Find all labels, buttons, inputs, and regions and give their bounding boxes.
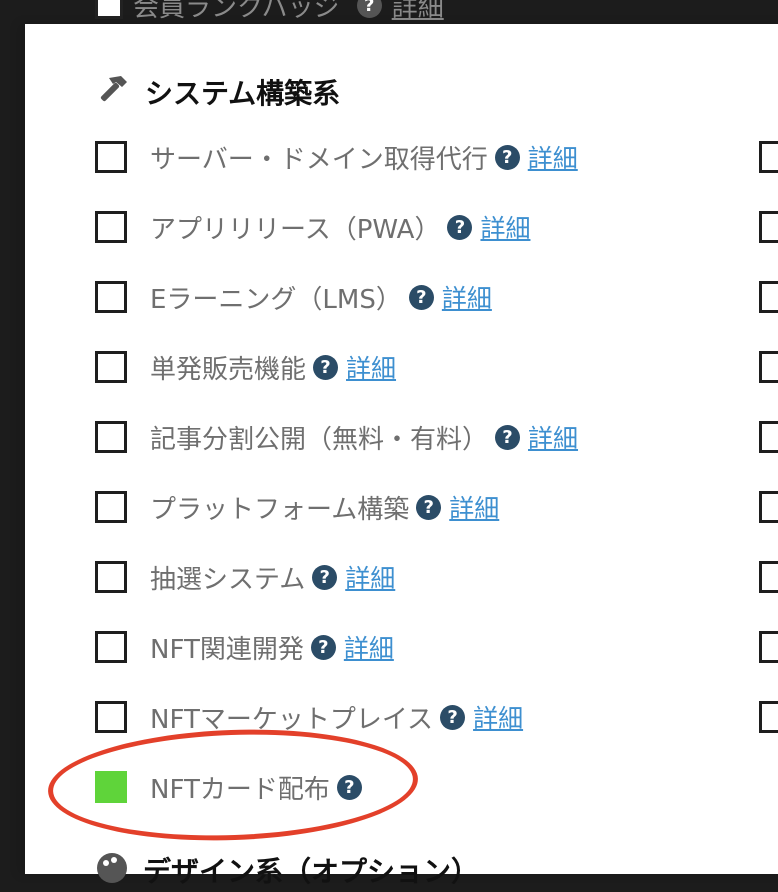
top-item-label: 会員ランクバッジ — [133, 0, 340, 23]
option-checkbox[interactable] — [95, 281, 127, 313]
help-icon[interactable]: ? — [408, 284, 434, 310]
option-checkbox[interactable] — [95, 421, 127, 453]
list-item: アプリリリース（PWA） ? 詳細 — [95, 207, 530, 247]
option-label: アプリリリース（PWA） — [150, 214, 441, 245]
help-icon[interactable]: ? — [494, 144, 520, 170]
help-icon[interactable]: ? — [440, 704, 466, 730]
option-checkbox[interactable] — [95, 701, 127, 733]
help-icon[interactable]: ? — [310, 634, 336, 660]
option-label: サーバー・ドメイン取得代行 — [150, 144, 488, 175]
option-label: NFT関連開発 — [150, 634, 304, 665]
help-icon[interactable]: ? — [495, 424, 521, 450]
right-column-checkbox[interactable] — [759, 421, 778, 453]
option-label: 記事分割公開（無料・有料） — [150, 424, 489, 455]
option-label: 単発販売機能 — [150, 354, 307, 385]
section-title: システム構築系 — [145, 77, 341, 110]
detail-link[interactable]: 詳細 — [345, 559, 395, 595]
top-item-row: 会員ランクバッジ ? 詳細 — [95, 0, 444, 24]
option-checkbox[interactable] — [95, 211, 127, 243]
help-icon[interactable]: ? — [416, 494, 442, 520]
detail-link[interactable]: 詳細 — [480, 209, 530, 245]
top-item-checkbox[interactable] — [95, 0, 123, 19]
detail-link[interactable]: 詳細 — [528, 139, 578, 175]
list-item: プラットフォーム構築 ? 詳細 — [95, 487, 499, 527]
help-icon[interactable]: ? — [356, 0, 382, 18]
list-item: NFT関連開発 ? 詳細 — [95, 627, 394, 667]
detail-link[interactable]: 詳細 — [346, 349, 396, 385]
next-section-title: デザイン系（オプション） — [143, 855, 480, 888]
option-checkbox[interactable] — [95, 491, 127, 523]
right-column-checkbox[interactable] — [759, 281, 778, 313]
option-checkbox[interactable] — [95, 141, 127, 173]
option-label: Eラーニング（LMS） — [150, 284, 402, 315]
list-item: NFTマーケットプレイス ? 詳細 — [95, 697, 523, 737]
option-checkbox[interactable] — [95, 561, 127, 593]
list-item: 抽選システム ? 詳細 — [95, 557, 395, 597]
section-header: システム構築系 — [95, 70, 340, 114]
right-column-checkbox[interactable] — [759, 701, 778, 733]
detail-link[interactable]: 詳細 — [344, 629, 394, 665]
hammer-icon — [95, 72, 131, 112]
detail-link[interactable]: 詳細 — [442, 279, 492, 315]
right-column-checkbox[interactable] — [759, 351, 778, 383]
right-column-checkbox[interactable] — [759, 141, 778, 173]
right-column-checkbox[interactable] — [759, 631, 778, 663]
list-item: Eラーニング（LMS） ? 詳細 — [95, 277, 492, 317]
right-column-checkbox[interactable] — [759, 491, 778, 523]
top-item-detail-link[interactable]: 詳細 — [392, 0, 444, 24]
help-icon[interactable]: ? — [313, 354, 339, 380]
list-item: サーバー・ドメイン取得代行 ? 詳細 — [95, 137, 578, 177]
next-section-header: デザイン系（オプション） — [95, 848, 479, 892]
list-item: 記事分割公開（無料・有料） ? 詳細 — [95, 417, 578, 457]
detail-link[interactable]: 詳細 — [449, 489, 499, 525]
option-label: プラットフォーム構築 — [150, 494, 410, 525]
right-column-checkbox[interactable] — [759, 211, 778, 243]
option-label: 抽選システム — [150, 564, 306, 595]
detail-link[interactable]: 詳細 — [528, 419, 578, 455]
detail-link[interactable]: 詳細 — [473, 699, 523, 735]
help-icon[interactable]: ? — [312, 564, 338, 590]
list-item: 単発販売機能 ? 詳細 — [95, 347, 396, 387]
help-icon[interactable]: ? — [447, 214, 473, 240]
palette-icon — [95, 851, 129, 889]
right-column-checkbox[interactable] — [759, 561, 778, 593]
option-checkbox[interactable] — [95, 351, 127, 383]
option-checkbox[interactable] — [95, 631, 127, 663]
